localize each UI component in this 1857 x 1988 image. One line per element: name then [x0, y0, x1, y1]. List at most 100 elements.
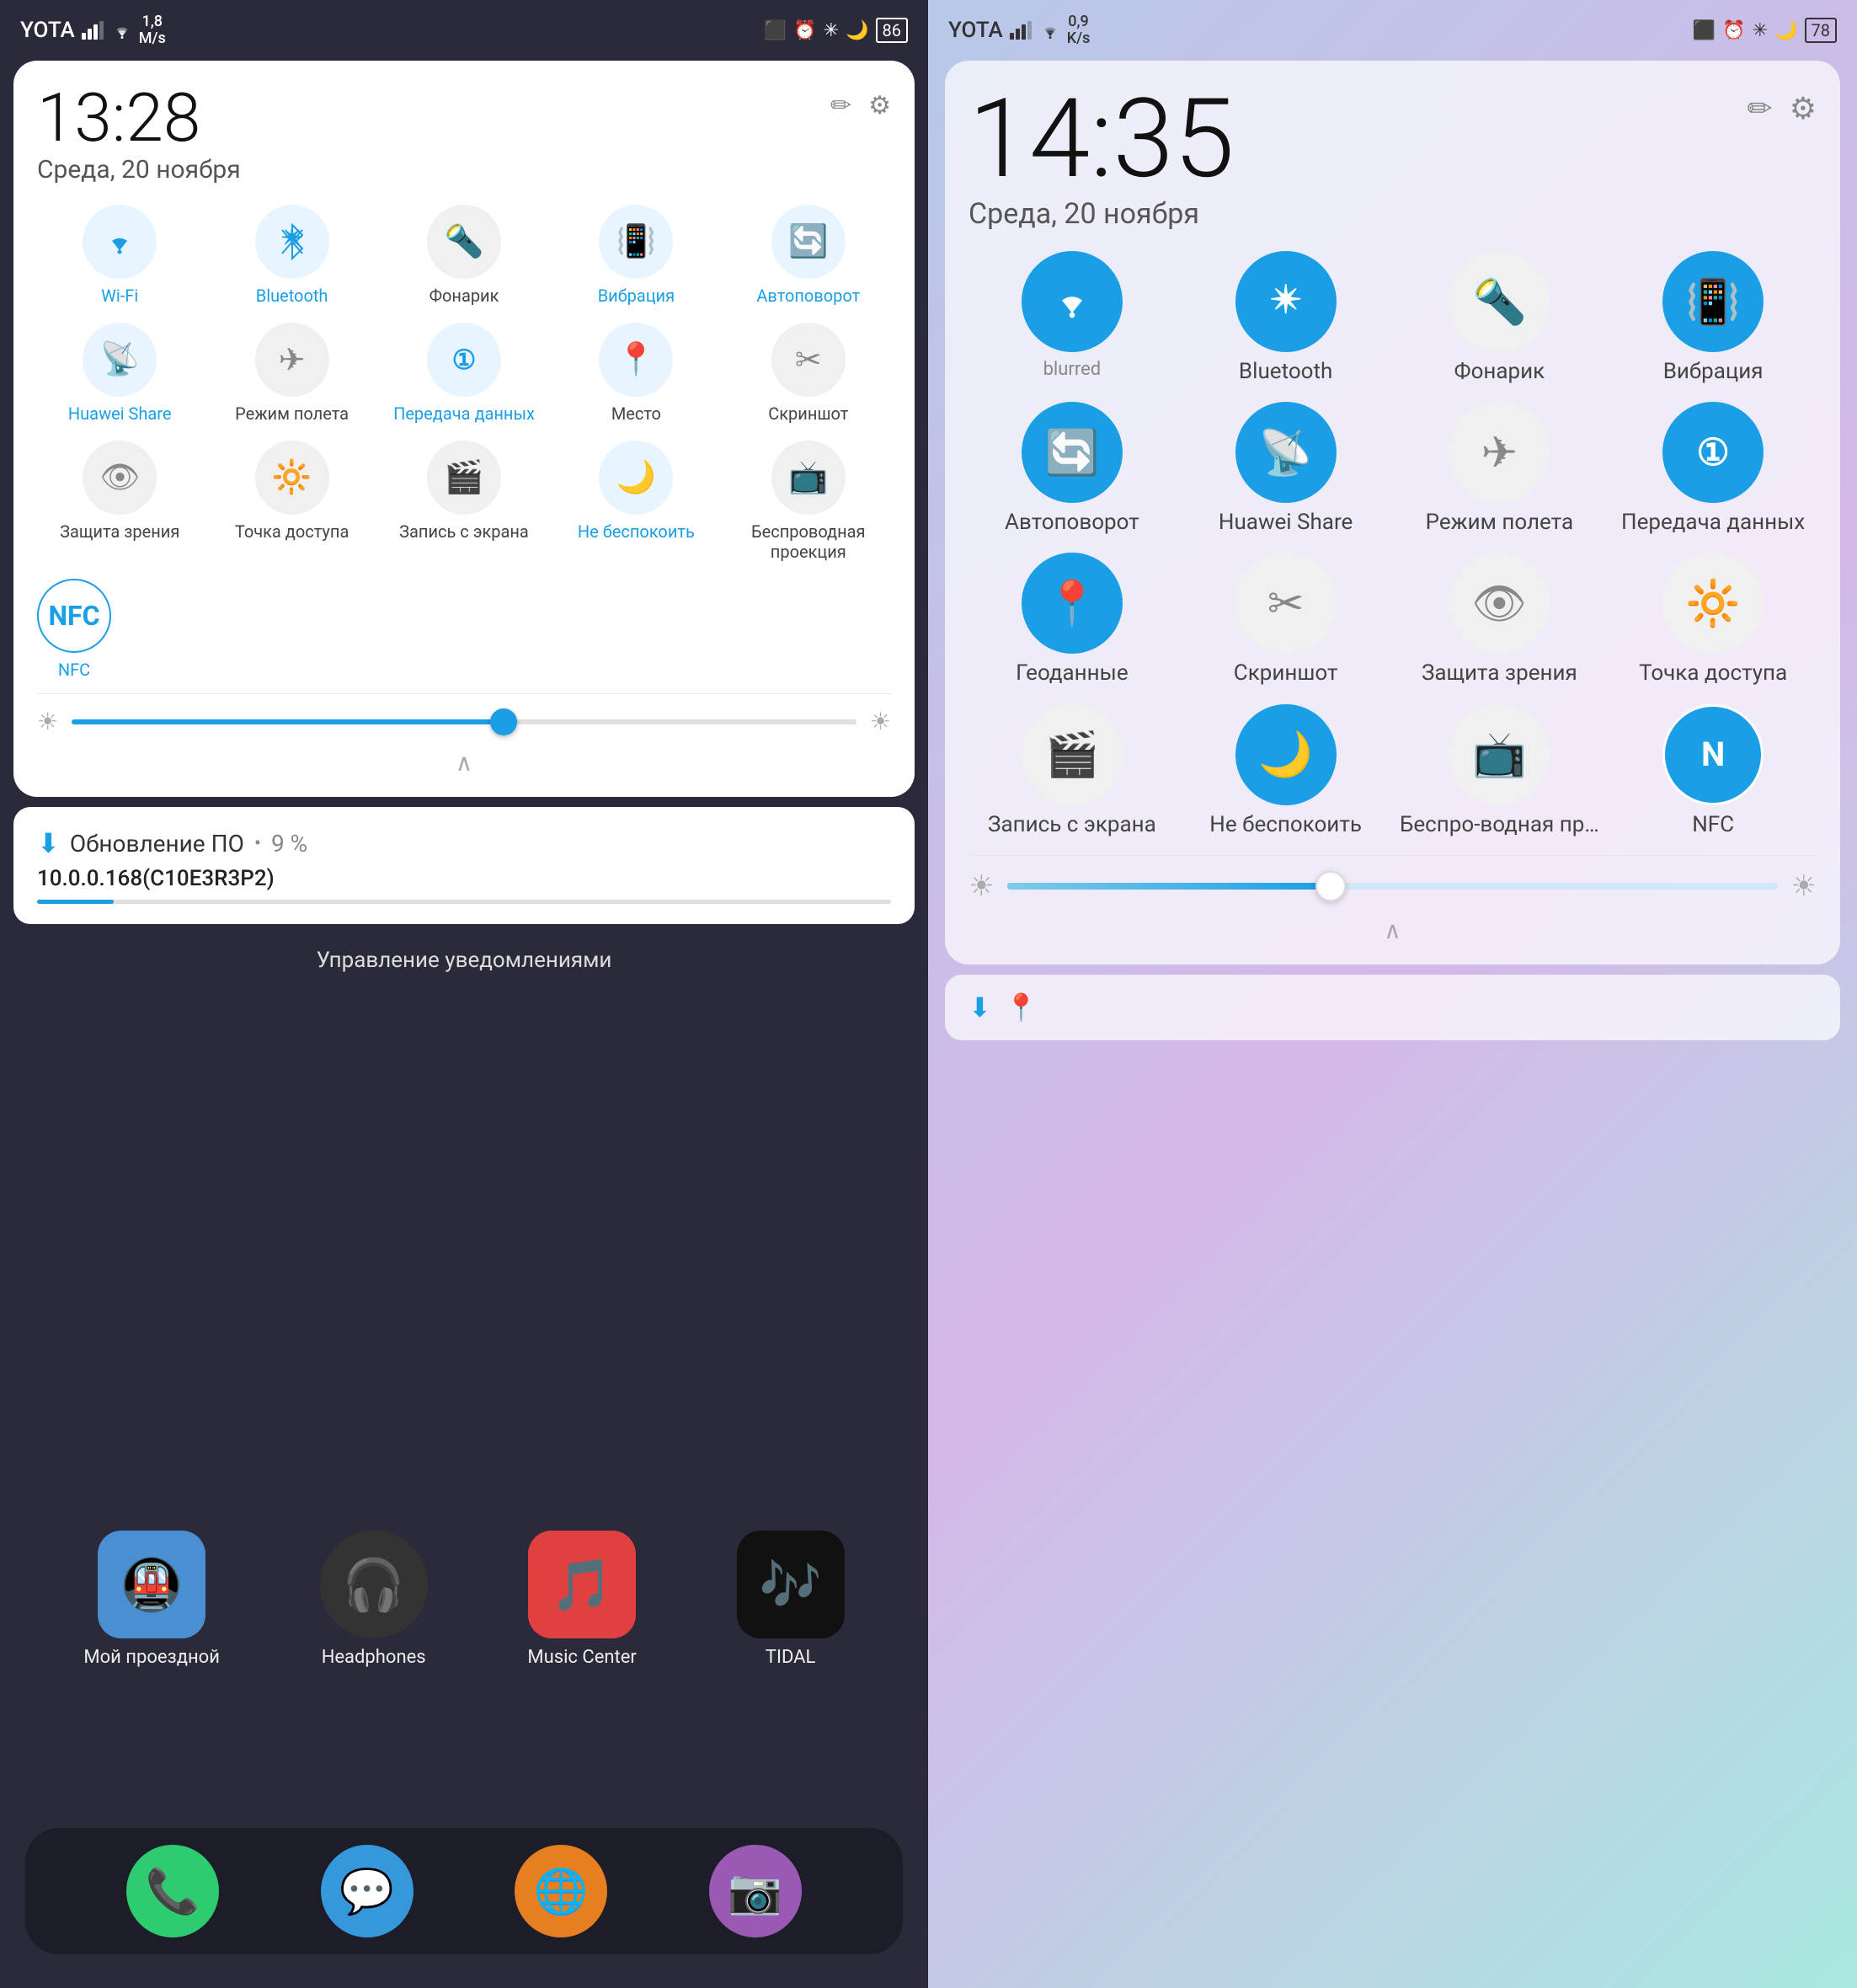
app-label-tidal: TIDAL: [766, 1647, 816, 1668]
app-item-music-center[interactable]: 🎵 Music Center: [527, 1531, 636, 1668]
toggle-hotspot-left[interactable]: 🔆 Точка доступа: [209, 441, 374, 562]
toggle-huawei-share-left[interactable]: 📡 Huawei Share: [37, 323, 202, 424]
toggle-flashlight-left[interactable]: 🔦 Фонарик: [382, 205, 547, 306]
brightness-thumb-right[interactable]: [1315, 871, 1346, 901]
notif-card-left: ⬇ Обновление ПО • 9 % 10.0.0.168(C10E3R3…: [13, 807, 915, 924]
brightness-thumb-left[interactable]: [490, 708, 517, 735]
hotspot-circle-left: 🔆: [255, 441, 329, 515]
manage-notif-left[interactable]: Управление уведомлениями: [0, 934, 928, 986]
wifi-sublabel-right: blurred: [1043, 359, 1102, 381]
dock-browser-left[interactable]: 🌐: [515, 1845, 607, 1937]
toggle-screenrec-right[interactable]: 🎬 Запись с экрана: [969, 704, 1176, 838]
location-label-right: Геоданные: [1016, 660, 1129, 687]
toggle-eye-left[interactable]: 👁 Защита зрения: [37, 441, 202, 562]
toggle-grid-row3-left: 👁 Защита зрения 🔆 Точка доступа 🎬 Запись…: [37, 441, 891, 562]
toggle-wireless-right[interactable]: 📺 Беспро-водная пр…: [1396, 704, 1604, 838]
alarm-icon-left: ⏰: [793, 20, 816, 41]
wireless-label-left: Беспроводная проекция: [726, 521, 891, 562]
app-item-headphones[interactable]: 🎧 Headphones: [320, 1531, 428, 1668]
toggle-data-left[interactable]: ① Передача данных: [382, 323, 547, 424]
brightness-low-icon-left: ☀: [37, 708, 58, 735]
toggle-vibration-left[interactable]: 📳 Вибрация: [553, 205, 718, 306]
toggle-data-right[interactable]: ① Передача данных: [1609, 402, 1817, 536]
collapse-arrow-left[interactable]: ∧: [37, 746, 891, 780]
toggle-bluetooth-right[interactable]: ✴ Bluetooth: [1182, 251, 1390, 385]
edit-icon-right[interactable]: ✏: [1748, 91, 1773, 126]
status-bar-right: YOTA 0,9K/s ⬛ ⏰ ✳ 🌙 78: [928, 0, 1857, 61]
wireless-label-right: Беспро-водная пр…: [1400, 812, 1599, 838]
nfc-label-right: NFC: [1692, 812, 1734, 838]
collapse-chevron-left: ∧: [456, 749, 473, 777]
brightness-low-icon-right: ☀: [969, 869, 994, 903]
brightness-fill-right: [1007, 883, 1331, 890]
toggle-flashlight-right[interactable]: 🔦 Фонарик: [1396, 251, 1604, 385]
huawei-share-label-left: Huawei Share: [68, 403, 172, 424]
toggle-dnd-right[interactable]: 🌙 Не беспокоить: [1182, 704, 1390, 838]
toggle-huawei-share-right[interactable]: 📡 Huawei Share: [1182, 402, 1390, 536]
svg-text:✴: ✴: [1269, 280, 1301, 323]
notif-percent-left: 9 %: [271, 830, 307, 858]
status-icons-right: ⬛ ⏰ ✳ 🌙 78: [1693, 18, 1837, 43]
toggle-hotspot-right[interactable]: 🔆 Точка доступа: [1609, 553, 1817, 687]
signal-bars-right: [1010, 21, 1033, 40]
toggle-airplane-right[interactable]: ✈ Режим полета: [1396, 402, 1604, 536]
download-icon-left: ⬇: [37, 827, 60, 859]
flashlight-label-left: Фонарик: [430, 286, 499, 306]
hotspot-label-right: Точка доступа: [1639, 660, 1787, 687]
time-date-right: 14:35 Среда, 20 ноября: [969, 84, 1235, 231]
brightness-track-left[interactable]: [72, 719, 856, 724]
manage-notif-label-left: Управление уведомлениями: [317, 948, 612, 973]
data-label-left: Передача данных: [393, 403, 535, 424]
app-item-moiproezdnoy[interactable]: 🚇 Мой проездной: [83, 1531, 220, 1668]
toggle-wifi-left[interactable]: Wi-Fi: [37, 205, 202, 306]
huawei-share-circle-left: 📡: [83, 323, 157, 397]
data-circle-left: ①: [427, 323, 501, 397]
dock-phone-left[interactable]: 📞: [126, 1845, 219, 1937]
dock-left: 📞 💬 🌐 📷: [25, 1828, 903, 1954]
wifi-icon-left: [112, 21, 132, 40]
bt-label-right: Bluetooth: [1239, 359, 1332, 385]
date-right: Среда, 20 ноября: [969, 197, 1235, 231]
toggle-vibration-right[interactable]: 📳 Вибрация: [1609, 251, 1817, 385]
autorotate-label-left: Автоповорот: [756, 286, 860, 306]
dock-camera-left[interactable]: 📷: [709, 1845, 802, 1937]
toggle-eye-right[interactable]: 👁 Защита зрения: [1396, 553, 1604, 687]
huawei-share-circle-right: 📡: [1235, 402, 1337, 503]
notif-dot-left: •: [254, 831, 261, 855]
hotspot-circle-right: 🔆: [1662, 553, 1764, 654]
toggle-grid-row2-right: 🔄 Автоповорот 📡 Huawei Share ✈ Режим пол…: [969, 402, 1817, 536]
toggle-screenrec-left[interactable]: 🎬 Запись с экрана: [382, 441, 547, 562]
toggle-wireless-left[interactable]: 📺 Беспроводная проекция: [726, 441, 891, 562]
toggle-nfc-left[interactable]: NFC NFC: [37, 579, 111, 680]
toggle-autorotate-right[interactable]: 🔄 Автоповорот: [969, 402, 1176, 536]
time-left: 13:28: [37, 84, 241, 152]
wireless-circle-right: 📺: [1449, 704, 1550, 805]
brightness-track-right[interactable]: [1007, 883, 1777, 890]
toggle-autorotate-left[interactable]: 🔄 Автоповорот: [726, 205, 891, 306]
eye-circle-left: 👁: [83, 441, 157, 515]
toggle-screenshot-left[interactable]: ✂ Скриншот: [726, 323, 891, 424]
settings-icon-right[interactable]: ⚙: [1790, 91, 1817, 126]
date-left: Среда, 20 ноября: [37, 155, 241, 184]
toggle-location-left[interactable]: 📍 Место: [553, 323, 718, 424]
autorotate-circle-left: 🔄: [771, 205, 846, 279]
edit-icon-left[interactable]: ✏: [830, 91, 851, 120]
settings-icon-left[interactable]: ⚙: [868, 91, 891, 120]
toggle-dnd-left[interactable]: 🌙 Не беспокоить: [553, 441, 718, 562]
vibration-label-right: Вибрация: [1663, 359, 1764, 385]
toggle-screenshot-right[interactable]: ✂ Скриншот: [1182, 553, 1390, 687]
toggle-nfc-right[interactable]: N NFC: [1609, 704, 1817, 838]
toggle-airplane-left[interactable]: ✈ Режим полета: [209, 323, 374, 424]
app-item-tidal[interactable]: 🎶 TIDAL: [737, 1531, 845, 1668]
toggle-wifi-right[interactable]: blurred: [969, 251, 1176, 385]
collapse-arrow-right[interactable]: ∧: [969, 913, 1817, 948]
airplane-label-right: Режим полета: [1426, 510, 1573, 536]
toggle-bluetooth-left[interactable]: ✴ Bluetooth: [209, 205, 374, 306]
moon-icon-left: 🌙: [846, 20, 868, 41]
download-icon-right: ⬇: [969, 991, 991, 1023]
bluetooth-circle-left: ✴: [255, 205, 329, 279]
dock-sms-left[interactable]: 💬: [321, 1845, 414, 1937]
data-label-right: Передача данных: [1621, 510, 1805, 536]
toggle-location-right[interactable]: 📍 Геоданные: [969, 553, 1176, 687]
wifi-label-left: Wi-Fi: [101, 286, 138, 306]
